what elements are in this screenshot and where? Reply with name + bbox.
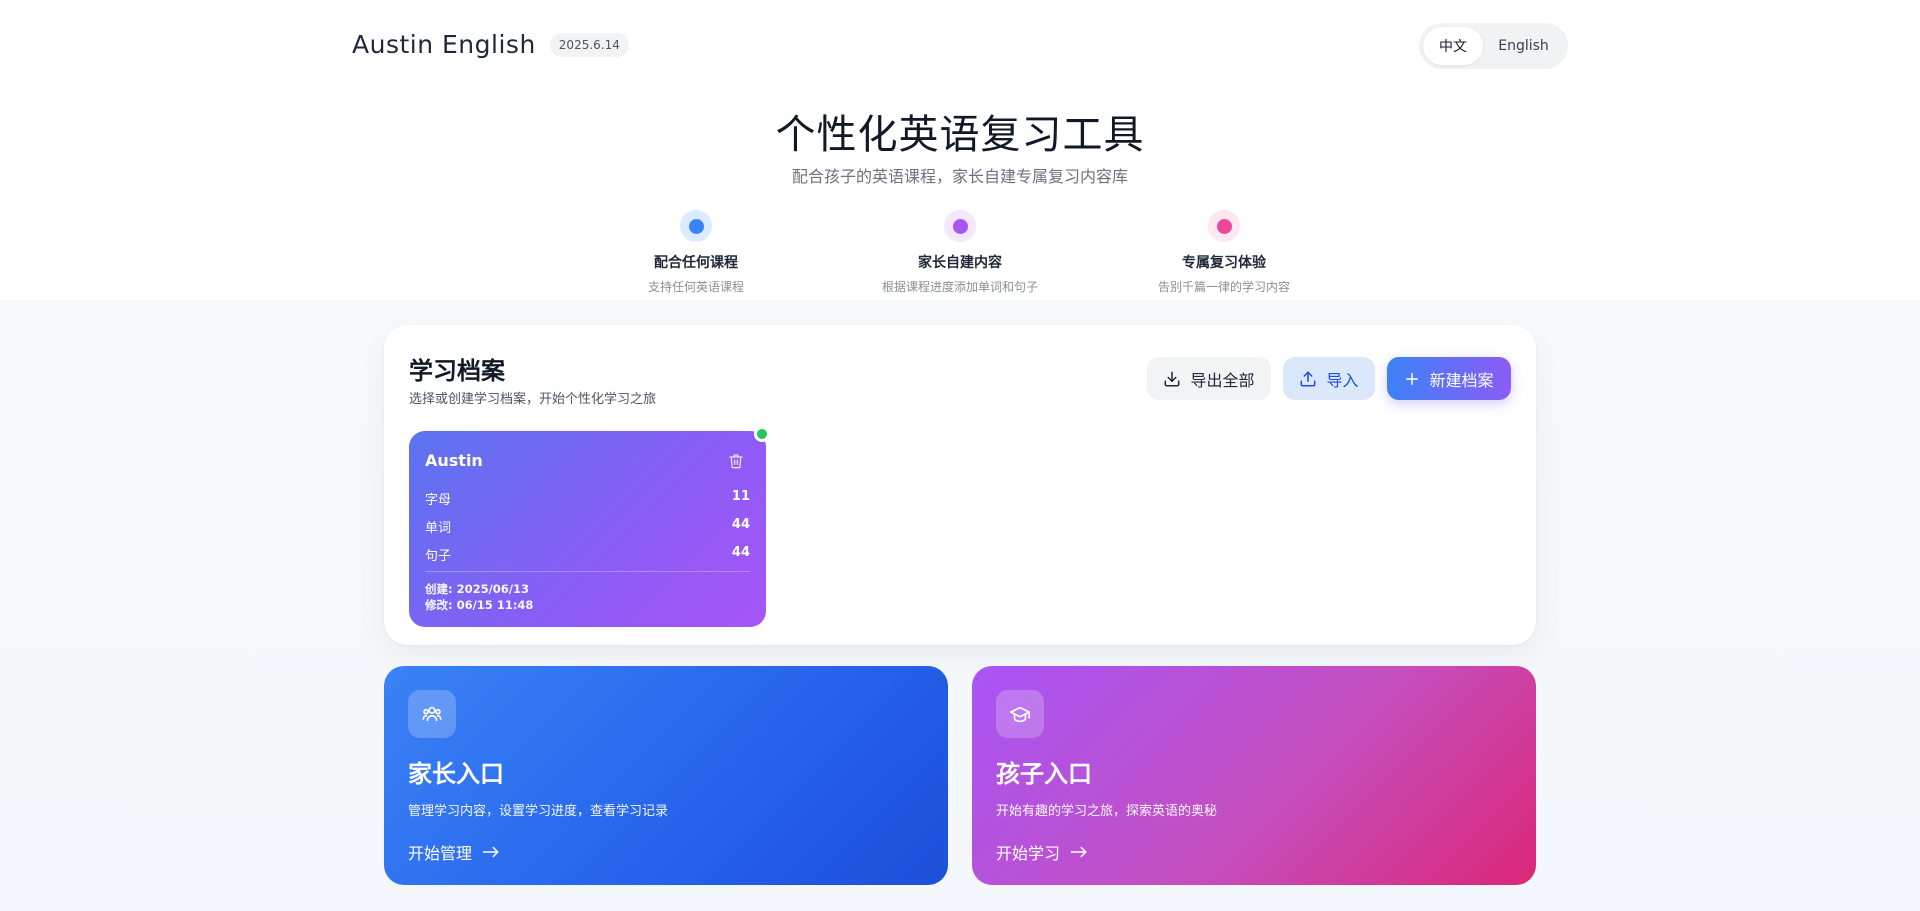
created-date: 创建: 2025/06/13 — [425, 582, 530, 596]
stat-label: 字母 — [425, 493, 452, 508]
feature-dot-icon — [680, 210, 712, 242]
brand: Austin English 2025.6.14 — [352, 30, 629, 59]
arrow-right-icon — [1070, 846, 1087, 858]
plus-icon — [1406, 372, 1419, 385]
feature-desc: 支持任何英语课程 — [647, 280, 744, 294]
parent-entry-desc: 管理学习内容，设置学习进度，查看学习记录 — [408, 804, 669, 819]
stat-value: 44 — [731, 517, 750, 532]
panel-title: 学习档案 — [409, 357, 505, 385]
parent-entry-card[interactable]: 家长入口 管理学习内容，设置学习进度，查看学习记录 开始管理 — [384, 666, 948, 885]
export-all-button[interactable]: 导出全部 — [1147, 357, 1271, 400]
panel-subtitle: 选择或创建学习档案，开始个性化学习之旅 — [409, 392, 657, 407]
stat-label: 句子 — [425, 549, 452, 564]
upload-icon — [1300, 371, 1316, 386]
active-status-dot — [754, 426, 770, 442]
parent-entry-title: 家长入口 — [408, 760, 504, 788]
feature-title: 家长自建内容 — [918, 255, 1002, 271]
kid-entry-card[interactable]: 孩子入口 开始有趣的学习之旅，探索英语的奥秘 开始学习 — [972, 666, 1536, 885]
start-manage-link[interactable]: 开始管理 — [408, 840, 500, 864]
new-profile-label: 新建档案 — [1429, 370, 1494, 390]
feature-exclusive-experience: 专属复习体验 告别千篇一律的学习内容 — [1114, 210, 1334, 295]
brand-name: Austin English — [352, 30, 536, 59]
arrow-right-icon — [482, 846, 499, 858]
start-manage-label: 开始管理 — [408, 844, 473, 863]
hero-subtitle: 配合孩子的英语课程，家长自建专属复习内容库 — [791, 167, 1128, 186]
profile-name: Austin — [425, 451, 483, 470]
feature-desc: 告别千篇一律的学习内容 — [1157, 280, 1290, 294]
feature-title: 配合任何课程 — [654, 255, 738, 271]
export-all-label: 导出全部 — [1190, 370, 1255, 390]
stat-value: 44 — [731, 545, 750, 560]
start-learning-link[interactable]: 开始学习 — [996, 840, 1088, 864]
stat-value: 11 — [731, 489, 750, 504]
feature-title: 专属复习体验 — [1182, 255, 1266, 271]
feature-any-course: 配合任何课程 支持任何英语课程 — [586, 210, 806, 295]
import-label: 导入 — [1326, 370, 1359, 390]
feature-desc: 根据课程进度添加单词和句子 — [881, 280, 1038, 294]
stat-label: 单词 — [425, 521, 452, 536]
users-icon — [408, 690, 456, 738]
card-divider — [425, 571, 750, 572]
new-profile-button[interactable]: 新建档案 — [1387, 357, 1511, 400]
stat-row-words: 单词 44 — [425, 517, 750, 536]
trash-icon[interactable] — [728, 453, 744, 469]
feature-dot-icon — [944, 210, 976, 242]
graduation-cap-icon — [996, 690, 1044, 738]
stat-row-sentences: 句子 44 — [425, 545, 750, 564]
hero-title: 个性化英语复习工具 — [775, 112, 1145, 158]
download-icon — [1164, 371, 1180, 386]
lang-option-chinese[interactable]: 中文 — [1423, 27, 1483, 65]
lang-option-english[interactable]: English — [1483, 27, 1564, 65]
stat-row-letters: 字母 11 — [425, 489, 750, 508]
import-button[interactable]: 导入 — [1283, 357, 1375, 400]
modified-date: 修改: 06/15 11:48 — [425, 598, 534, 612]
page: Austin English 2025.6.14 中文 English 个性化英… — [0, 0, 1920, 911]
profiles-panel: 学习档案 选择或创建学习档案，开始个性化学习之旅 导出全部 导入 新建档案 Au… — [384, 325, 1536, 645]
profile-card[interactable]: Austin 字母 11 单词 44 句子 44 创建: 2025/06/13 … — [409, 426, 770, 627]
kid-entry-desc: 开始有趣的学习之旅，探索英语的奥秘 — [996, 804, 1218, 819]
start-learning-label: 开始学习 — [996, 844, 1061, 863]
kid-entry-title: 孩子入口 — [996, 760, 1092, 788]
feature-dot-icon — [1208, 210, 1240, 242]
feature-parent-content: 家长自建内容 根据课程进度添加单词和句子 — [850, 210, 1070, 295]
version-badge: 2025.6.14 — [549, 32, 629, 57]
language-switch: 中文 English — [1419, 23, 1568, 69]
